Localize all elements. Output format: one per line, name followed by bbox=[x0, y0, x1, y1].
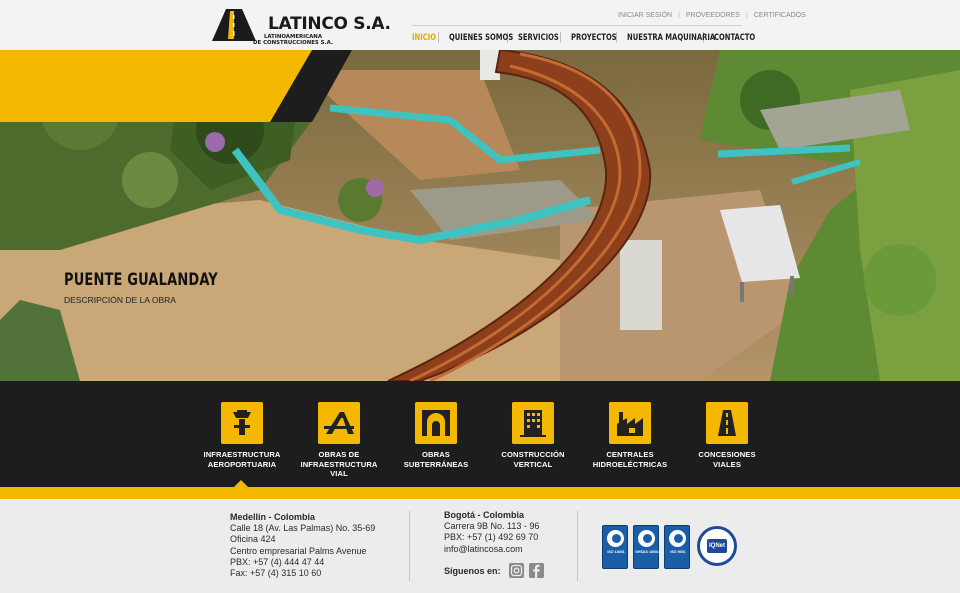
service-label-line: OBRAS DE bbox=[318, 450, 360, 459]
service-label-line: INFRAESTRUCTURA bbox=[203, 450, 281, 459]
follow-us-label: Síguenos en: bbox=[444, 566, 501, 576]
service-label-line: CONSTRUCCIÓN bbox=[501, 450, 565, 459]
service-label: CENTRALES HIDROELÉCTRICAS bbox=[585, 450, 675, 469]
power-plant-icon bbox=[609, 402, 651, 444]
brand-subtitle-line2: DE CONSTRUCCIONES S.A. bbox=[253, 40, 333, 46]
divider bbox=[560, 32, 561, 43]
project-title[interactable]: PUENTE GUALANDAY bbox=[64, 270, 218, 290]
certificates-link[interactable]: CERTIFICADOS bbox=[754, 12, 806, 19]
service-label-line: HIDROELÉCTRICAS bbox=[592, 459, 668, 469]
certification-code: OHSAS 18001 bbox=[635, 550, 659, 554]
certification-logo-icon bbox=[669, 530, 686, 547]
service-label: CONSTRUCCIÓN VERTICAL bbox=[488, 450, 578, 469]
facebook-icon[interactable] bbox=[529, 563, 544, 578]
address-line: Oficina 424 bbox=[230, 534, 276, 545]
bogota-address: Bogotá - Colombia Carrera 9B No. 113 - 9… bbox=[444, 510, 539, 555]
footer-divider bbox=[409, 511, 410, 581]
latinco-logo[interactable]: LATINCO S.A. LATINOAMERICANA DE CONSTRUC… bbox=[212, 7, 391, 46]
service-label-line: VERTICAL bbox=[513, 459, 553, 469]
divider: | bbox=[678, 12, 680, 19]
instagram-icon[interactable] bbox=[509, 563, 524, 578]
service-label: OBRAS DE INFRAESTRUCTURA VIAL bbox=[294, 450, 384, 479]
service-road-concessions[interactable]: CONCESIONES VIALES bbox=[682, 402, 772, 469]
service-label-line: VIAL bbox=[330, 469, 348, 478]
nav-item-servicios[interactable]: SERVICIOS bbox=[518, 33, 559, 43]
iqnet-seal: IQNet bbox=[697, 526, 737, 566]
service-label-line: AEROPORTUARIA bbox=[207, 459, 277, 469]
footer-divider bbox=[577, 511, 578, 581]
iqnet-label: IQNet bbox=[707, 539, 727, 553]
service-label-line: SUBTERRÁNEAS bbox=[403, 459, 469, 469]
certification-logo-icon bbox=[607, 530, 624, 547]
brand-name: LATINCO S.A. bbox=[268, 14, 391, 34]
highway-icon bbox=[706, 402, 748, 444]
nav-item-contacto[interactable]: CONTACTO bbox=[714, 33, 755, 43]
project-description[interactable]: DESCRIPCIÓN DE LA OBRA bbox=[64, 295, 176, 305]
office-city: Bogotá - Colombia bbox=[444, 510, 524, 520]
certification-code: ISO 9001 bbox=[670, 550, 686, 554]
suppliers-link[interactable]: PROVEEDORES bbox=[686, 12, 740, 19]
service-label-line: CENTRALES bbox=[606, 450, 654, 459]
caption-background bbox=[0, 50, 352, 122]
address-line: Carrera 9B No. 113 - 96 bbox=[444, 521, 540, 532]
service-label-line: OBRAS bbox=[422, 450, 450, 459]
certification-logo-icon bbox=[638, 530, 655, 547]
certification-code: ISO 14001 bbox=[607, 550, 625, 554]
road-bridge-icon bbox=[318, 402, 360, 444]
service-label-line: INFRAESTRUCTURA bbox=[300, 459, 378, 469]
address-line: Centro empresarial Palms Avenue bbox=[230, 545, 367, 556]
services-bar: INFRAESTRUCTURA AEROPORTUARIA OBRAS DE I… bbox=[0, 381, 960, 487]
nav-item-proyectos[interactable]: PROYECTOS bbox=[571, 33, 617, 43]
service-hydroelectric-plants[interactable]: CENTRALES HIDROELÉCTRICAS bbox=[585, 402, 675, 469]
building-icon bbox=[512, 402, 554, 444]
nav-item-nuestra-maquinaria[interactable]: NUESTRA MAQUINARIA bbox=[627, 33, 715, 43]
iso-14001-badge: ISO 14001 bbox=[602, 525, 628, 569]
service-label-line: VIALES bbox=[712, 459, 742, 469]
brand-subtitle: LATINOAMERICANA DE CONSTRUCCIONES S.A. bbox=[248, 34, 338, 46]
phone-line: PBX: +57 (4) 444 47 44 bbox=[230, 556, 325, 567]
hero-banner bbox=[0, 50, 960, 381]
email-link[interactable]: info@latincosa.com bbox=[444, 544, 539, 555]
utility-links: INICIAR SESIÓN | PROVEEDORES | CERTIFICADOS bbox=[618, 12, 806, 19]
fax-line: Fax: +57 (4) 315 10 60 bbox=[230, 568, 322, 579]
service-airport-infrastructure[interactable]: INFRAESTRUCTURA AEROPORTUARIA bbox=[197, 402, 287, 469]
nav-item-inicio[interactable]: INICIO bbox=[412, 33, 436, 43]
service-label-line: CONCESIONES bbox=[698, 450, 756, 459]
main-nav: INICIO QUIENES SOMOS SERVICIOS PROYECTOS… bbox=[412, 32, 755, 43]
service-label: OBRAS SUBTERRÁNEAS bbox=[391, 450, 481, 469]
accent-band bbox=[0, 487, 960, 499]
service-label: CONCESIONES VIALES bbox=[682, 450, 772, 469]
tunnel-icon bbox=[415, 402, 457, 444]
medellin-address: Medellín - Colombia Calle 18 (Av. Las Pa… bbox=[230, 512, 375, 579]
divider bbox=[438, 32, 439, 43]
address-line: Calle 18 (Av. Las Palmas) No. 35-69 bbox=[230, 523, 376, 534]
nav-divider bbox=[412, 25, 742, 26]
site-header: LATINCO S.A. LATINOAMERICANA DE CONSTRUC… bbox=[0, 0, 960, 50]
ohsas-18001-badge: OHSAS 18001 bbox=[633, 525, 659, 569]
divider: | bbox=[745, 12, 748, 19]
office-city: Medellín - Colombia bbox=[230, 512, 316, 522]
phone-line: PBX: +57 (1) 492 69 70 bbox=[444, 532, 539, 543]
nav-item-quienes-somos[interactable]: QUIENES SOMOS bbox=[449, 33, 513, 43]
service-road-infrastructure[interactable]: OBRAS DE INFRAESTRUCTURA VIAL bbox=[294, 402, 384, 479]
service-label: INFRAESTRUCTURA AEROPORTUARIA bbox=[197, 450, 287, 469]
service-underground-works[interactable]: OBRAS SUBTERRÁNEAS bbox=[391, 402, 481, 469]
login-link[interactable]: INICIAR SESIÓN bbox=[618, 12, 672, 19]
iso-9001-badge: ISO 9001 bbox=[664, 525, 690, 569]
airport-tower-icon bbox=[221, 402, 263, 444]
service-vertical-construction[interactable]: CONSTRUCCIÓN VERTICAL bbox=[488, 402, 578, 469]
